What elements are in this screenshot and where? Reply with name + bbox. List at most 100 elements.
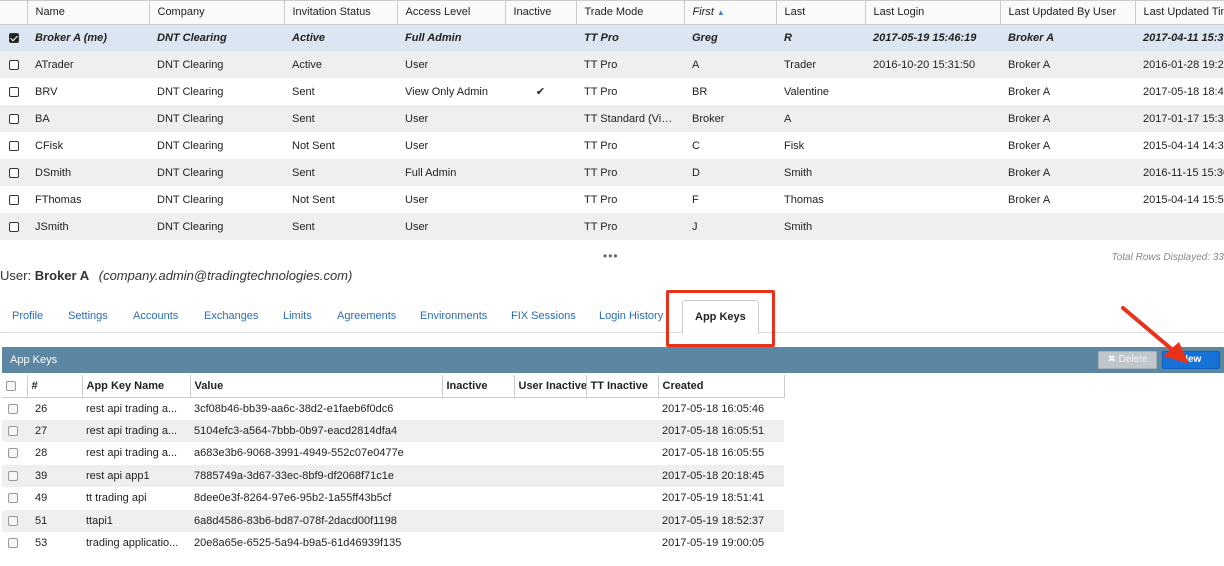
row-checkbox[interactable] [9, 59, 19, 70]
cell-first: D [684, 159, 776, 186]
app-key-checkbox[interactable] [8, 403, 18, 414]
row-checkbox[interactable] [9, 194, 19, 205]
app-key-checkbox[interactable] [8, 425, 18, 436]
keys-col-number[interactable]: # [27, 375, 83, 398]
cell-access-level: User [397, 51, 505, 78]
col-invitation-status[interactable]: Invitation Status [284, 1, 398, 25]
new-button[interactable]: New [1162, 351, 1220, 369]
row-checkbox[interactable] [9, 140, 19, 151]
col-access-level[interactable]: Access Level [397, 1, 506, 25]
app-key-cell-select [2, 487, 27, 510]
keys-col-select[interactable] [2, 375, 28, 398]
tab-environments[interactable]: Environments [420, 310, 487, 322]
tab-profile[interactable]: Profile [12, 310, 43, 322]
app-key-row[interactable]: 28 rest api trading a... a683e3b6-9068-399… [2, 442, 784, 465]
col-inactive[interactable]: Inactive [505, 1, 577, 25]
row-checkbox[interactable] [9, 167, 19, 178]
cell-last-updated-time: 2016-01-28 19:24 [1135, 51, 1224, 78]
app-keys-table-header: # App Key Name Value Inactive User Inact… [2, 375, 785, 398]
app-key-row[interactable]: 51 ttapi1 6a8d4586-83b6-bd87-078f-2dacd00f… [2, 509, 784, 532]
col-select[interactable] [0, 1, 28, 25]
delete-label: Delete [1118, 354, 1148, 365]
row-checkbox[interactable] [9, 86, 19, 97]
app-key-row[interactable]: 39 rest api app1 7885749a-3d67-33ec-8bf9-d… [2, 464, 784, 487]
tab-limits[interactable]: Limits [283, 310, 312, 322]
cell-last-updated-time: 2017-01-17 15:36 [1135, 105, 1224, 132]
app-key-cell-select [2, 442, 27, 465]
user-row[interactable]: CFisk DNT Clearing Not Sent User TT Pro C Fisk… [0, 132, 1224, 159]
user-detail-tabs: Profile Settings Accounts Exchanges Limi… [0, 296, 1224, 334]
col-last-login[interactable]: Last Login [865, 1, 1001, 25]
user-name: Broker A [34, 268, 90, 283]
user-row[interactable]: JSmith DNT Clearing Sent User TT Pro J Smith [0, 213, 1224, 240]
cell-invitation-status: Sent [284, 213, 397, 240]
app-key-cell-value: 20e8a65e-6525-5a94-b9a5-61d46939f135 [194, 537, 402, 550]
app-key-checkbox[interactable] [8, 448, 18, 459]
users-grid: Name Company Invitation Status Access Le… [0, 0, 1224, 251]
col-company[interactable]: Company [149, 1, 285, 25]
cell-last-updated-by: Broker A [1000, 51, 1135, 78]
tab-app-keys[interactable]: App Keys [682, 300, 759, 334]
select-all-checkbox[interactable] [6, 380, 16, 391]
tab-settings[interactable]: Settings [68, 310, 108, 322]
app-key-cell-value: 7885749a-3d67-33ec-8bf9-df2068f71c1e [190, 464, 442, 487]
app-key-cell-tt-inactive [586, 442, 658, 465]
cell-select [0, 213, 27, 240]
col-last-updated-by-user[interactable]: Last Updated By User [1000, 1, 1136, 25]
user-row[interactable]: ATrader DNT Clearing Active User TT Pro A Trad… [0, 51, 1224, 78]
app-key-row[interactable]: 49 tt trading api 8dee0e3f-8264-97e6-95b2-… [2, 487, 784, 510]
cell-last-updated-by: Broker A [1000, 105, 1135, 132]
x-icon: ✖ [1107, 354, 1116, 365]
app-key-cell-created: 2017-05-18 16:05:46 [662, 402, 765, 415]
delete-button[interactable]: ✖ Delete [1098, 351, 1157, 369]
cell-last: Thomas [784, 193, 824, 206]
tab-exchanges[interactable]: Exchanges [204, 310, 258, 322]
tab-agreements[interactable]: Agreements [337, 310, 396, 322]
cell-last-updated-by: Broker A [1000, 24, 1135, 51]
col-name[interactable]: Name [27, 1, 150, 25]
user-row[interactable]: DSmith DNT Clearing Sent Full Admin TT Pro D S… [0, 159, 1224, 186]
app-key-row[interactable]: 53 trading applicatio... 20e8a65e-6525-5a9… [2, 532, 784, 555]
app-key-cell-user-inactive [514, 442, 586, 465]
tab-login-history[interactable]: Login History [599, 310, 663, 322]
user-row[interactable]: Broker A (me) DNT Clearing Active Full Admi… [0, 24, 1224, 51]
keys-col-app-key-name[interactable]: App Key Name [82, 375, 191, 398]
keys-col-created[interactable]: Created [658, 375, 785, 398]
app-key-cell-select [2, 419, 27, 442]
user-row[interactable]: FThomas DNT Clearing Not Sent User TT Pro F Th… [0, 186, 1224, 213]
cell-company: DNT Clearing [157, 85, 224, 98]
app-key-checkbox[interactable] [8, 515, 18, 526]
user-row[interactable]: BRV DNT Clearing Sent View Only Admin ✔ TT Pr… [0, 78, 1224, 105]
app-key-checkbox[interactable] [8, 470, 18, 481]
cell-inactive [505, 213, 576, 240]
cell-last-login [865, 186, 1000, 213]
app-key-checkbox[interactable] [8, 493, 18, 504]
app-key-row[interactable]: 27 rest api trading a... 5104efc3-a564-7bb… [2, 419, 784, 442]
col-first[interactable]: First ▲ [684, 1, 777, 25]
row-checkbox[interactable] [9, 113, 19, 124]
app-key-cell-tt-inactive [586, 397, 658, 420]
cell-company: DNT Clearing [157, 193, 224, 206]
pane-resize-handle[interactable]: ••• [603, 250, 619, 262]
cell-trade-mode: TT Pro [576, 51, 684, 78]
cell-last-updated-by: Broker A [1008, 85, 1051, 98]
tab-accounts[interactable]: Accounts [133, 310, 178, 322]
app-key-checkbox[interactable] [8, 538, 18, 549]
app-key-cell-user-inactive [514, 509, 586, 532]
keys-col-tt-inactive[interactable]: TT Inactive [586, 375, 659, 398]
keys-col-inactive[interactable]: Inactive [442, 375, 515, 398]
row-checkbox[interactable] [9, 32, 19, 43]
col-last[interactable]: Last [776, 1, 866, 25]
keys-col-value[interactable]: Value [190, 375, 443, 398]
user-row[interactable]: BA DNT Clearing Sent User TT Standard (Vie..… [0, 105, 1224, 132]
sort-ascending-icon: ▲ [716, 8, 725, 18]
app-key-row[interactable]: 26 rest api trading a... 3cf08b46-bb39-aa6… [2, 397, 784, 420]
keys-col-user-inactive[interactable]: User Inactive [514, 375, 587, 398]
col-trade-mode[interactable]: Trade Mode [576, 1, 685, 25]
cell-company: DNT Clearing [149, 51, 284, 78]
cell-last-login [865, 132, 1000, 159]
row-checkbox[interactable] [9, 221, 19, 232]
tab-fix-sessions[interactable]: FIX Sessions [511, 310, 576, 322]
col-last-updated-time[interactable]: Last Updated Time [1135, 1, 1224, 25]
app-key-cell-tt-inactive [586, 487, 658, 510]
